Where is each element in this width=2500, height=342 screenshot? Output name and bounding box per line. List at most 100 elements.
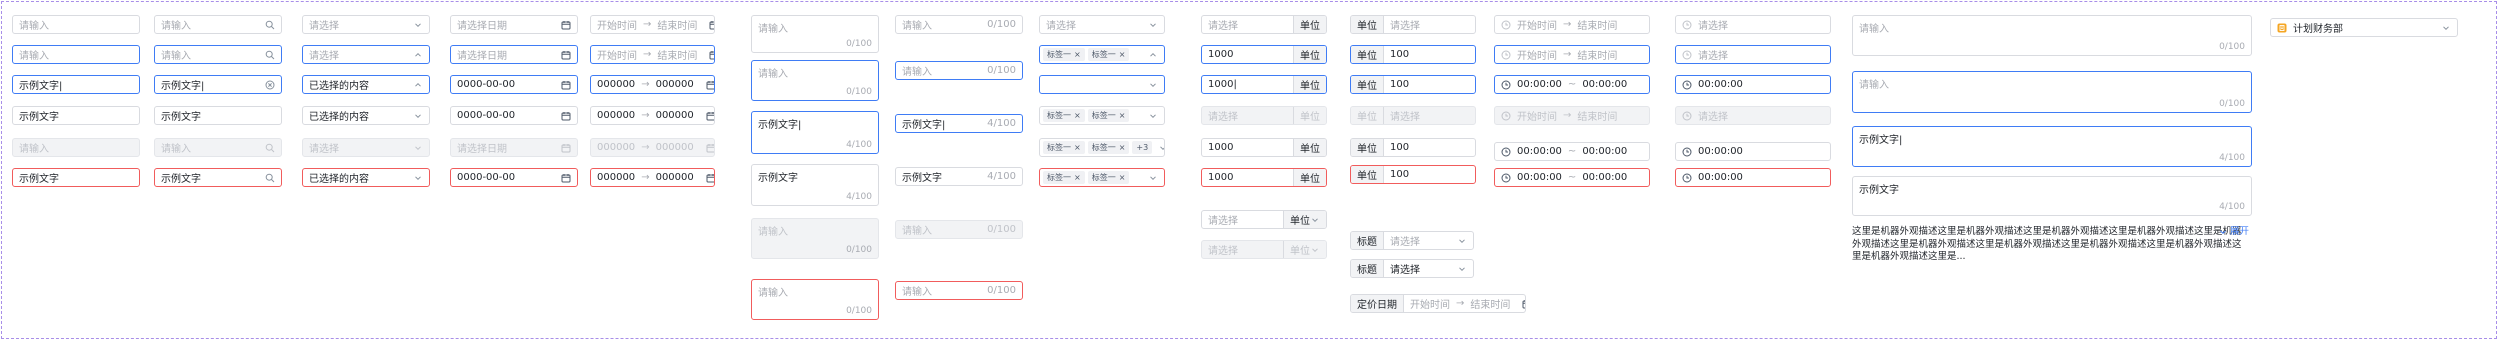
counter-input-error[interactable]: 请输入 0/100: [895, 281, 1023, 300]
time-picker-filled[interactable]: 00:00:00: [1675, 142, 1831, 161]
date-picker-active[interactable]: 0000-00-00: [450, 75, 578, 94]
time-range-error[interactable]: 00:00:00 ~00:00:00: [1494, 168, 1650, 187]
chevron-down-icon: [1310, 245, 1320, 255]
placeholder: 请输入: [758, 227, 788, 238]
prefix-unit-input-disabled: 单位 请选择: [1350, 106, 1476, 125]
counter-input-typing[interactable]: 示例文字| 4/100: [895, 114, 1023, 133]
value: 示例文字|: [758, 120, 802, 131]
date-range-filled[interactable]: 000000 → 000000: [590, 106, 715, 125]
start-value: 000000: [597, 142, 636, 153]
expand-link[interactable]: 展开: [2218, 226, 2249, 239]
time-picker-error[interactable]: 00:00:00: [1675, 168, 1831, 187]
select-open-selected[interactable]: 已选择的内容: [302, 75, 430, 94]
labeled-select-placeholder[interactable]: 标题 请选择: [1350, 231, 1474, 250]
select-default[interactable]: 请选择: [302, 15, 430, 34]
search-input-typing[interactable]: 示例文字|: [154, 75, 282, 94]
value: 00:00:00: [1698, 172, 1743, 183]
multi-select-overflow[interactable]: 标签一 × 标签一 × +3: [1039, 138, 1165, 157]
date-range-error[interactable]: 000000 → 000000: [590, 168, 715, 187]
char-counter: 0/100: [2219, 42, 2245, 52]
multi-select-tags-focus[interactable]: 标签一 × 标签一 ×: [1039, 45, 1165, 64]
text-input-focus[interactable]: 请输入: [12, 45, 140, 64]
tag-close-icon[interactable]: ×: [1119, 171, 1126, 184]
unit-input-default[interactable]: 请选择 单位: [1201, 15, 1327, 34]
labeled-select-value[interactable]: 标题 请选择: [1350, 259, 1474, 278]
tag-close-icon[interactable]: ×: [1119, 141, 1126, 154]
counter-input-filled[interactable]: 示例文字 4/100: [895, 167, 1023, 186]
search-input-focus[interactable]: 请输入: [154, 45, 282, 64]
textarea-error[interactable]: 请输入 0/100: [751, 279, 879, 320]
tag-close-icon[interactable]: ×: [1074, 109, 1081, 122]
search-icon: [265, 50, 275, 60]
value: 示例文字: [19, 174, 59, 185]
tag-close-icon[interactable]: ×: [1074, 141, 1081, 154]
unit-input-filled[interactable]: 1000 单位: [1201, 138, 1327, 157]
prefix-unit-input-typing[interactable]: 单位 100: [1350, 75, 1476, 94]
search-input-error[interactable]: 示例文字: [154, 168, 282, 187]
textarea-default[interactable]: 请输入 0/100: [751, 15, 879, 53]
tag-close-icon[interactable]: ×: [1119, 109, 1126, 122]
value: 已选择的内容: [309, 81, 369, 92]
text-input-typing[interactable]: 示例文字|: [12, 75, 140, 94]
value: 示例文字: [902, 173, 942, 184]
date-range-focus[interactable]: 开始时间 → 结束时间: [590, 45, 715, 64]
value: 请选择: [1390, 265, 1420, 276]
search-input-filled[interactable]: 示例文字: [154, 106, 282, 125]
time-range-default[interactable]: 开始时间 → 结束时间: [1494, 15, 1650, 34]
unit-select-input[interactable]: 请选择 单位: [1201, 210, 1327, 229]
selected-tag: 标签一 ×: [1043, 141, 1085, 154]
start-value: 000000: [597, 172, 636, 183]
unit-input-focus[interactable]: 1000 单位: [1201, 45, 1327, 64]
price-date-range[interactable]: 定价日期 开始时间 → 结束时间: [1350, 294, 1526, 313]
time-picker-active[interactable]: 00:00:00: [1675, 75, 1831, 94]
wide-textarea-focus[interactable]: 请输入 0/100: [1852, 71, 2252, 113]
char-counter: 0/100: [2219, 99, 2245, 109]
select-error[interactable]: 已选择的内容: [302, 168, 430, 187]
tag-close-icon[interactable]: ×: [1074, 48, 1081, 61]
date-picker-error[interactable]: 0000-00-00: [450, 168, 578, 187]
time-picker-focus[interactable]: 请选择: [1675, 45, 1831, 64]
unit-select-addon[interactable]: 单位: [1283, 211, 1326, 228]
char-counter: 0/100: [987, 65, 1016, 76]
textarea-typing[interactable]: 示例文字| 4/100: [751, 111, 879, 154]
unit-input-typing[interactable]: 1000| 单位: [1201, 75, 1327, 94]
text-input-error[interactable]: 示例文字: [12, 168, 140, 187]
prefix-unit-input-default[interactable]: 单位 请选择: [1350, 15, 1476, 34]
time-range-filled[interactable]: 00:00:00 ~00:00:00: [1494, 142, 1650, 161]
wide-textarea-filled[interactable]: 示例文字 4/100: [1852, 176, 2252, 216]
value: 1000: [1208, 142, 1234, 153]
multi-select-error[interactable]: 标签一 × 标签一 ×: [1039, 168, 1165, 187]
counter-input-focus[interactable]: 请输入 0/100: [895, 61, 1023, 80]
date-picker-focus[interactable]: 请选择日期: [450, 45, 578, 64]
prefix-unit-input-focus[interactable]: 单位 100: [1350, 45, 1476, 64]
textarea-focus[interactable]: 请输入 0/100: [751, 60, 879, 101]
value: 示例文字|: [19, 81, 63, 92]
select-selected[interactable]: 已选择的内容: [302, 106, 430, 125]
date-range-default[interactable]: 开始时间 → 结束时间: [590, 15, 715, 34]
text-input-default[interactable]: 请输入: [12, 15, 140, 34]
search-input-default[interactable]: 请输入: [154, 15, 282, 34]
wide-textarea-typing[interactable]: 示例文字| 4/100: [1852, 126, 2252, 167]
prefix-unit-input-error[interactable]: 单位 100: [1350, 165, 1476, 184]
multi-select-open[interactable]: [1039, 75, 1165, 94]
text-input-filled[interactable]: 示例文字: [12, 106, 140, 125]
wide-textarea-default[interactable]: 请输入 0/100: [1852, 15, 2252, 56]
date-picker-filled[interactable]: 0000-00-00: [450, 106, 578, 125]
tag-close-icon[interactable]: ×: [1119, 48, 1126, 61]
date-range-active[interactable]: 000000 → 000000: [590, 75, 715, 94]
multi-select-default[interactable]: 请选择: [1039, 15, 1165, 34]
date-picker-default[interactable]: 请选择日期: [450, 15, 578, 34]
clear-icon[interactable]: [265, 80, 275, 90]
multi-select-tags[interactable]: 标签一 × 标签一 ×: [1039, 106, 1165, 125]
time-picker-default[interactable]: 请选择: [1675, 15, 1831, 34]
prefix-unit-input-filled[interactable]: 单位 100: [1350, 138, 1476, 157]
department-select[interactable]: 计划财务部: [2270, 18, 2458, 37]
counter-input-default[interactable]: 请输入 0/100: [895, 15, 1023, 34]
time-range-focus[interactable]: 开始时间 → 结束时间: [1494, 45, 1650, 64]
tag-close-icon[interactable]: ×: [1074, 171, 1081, 184]
unit-input-error[interactable]: 1000 单位: [1201, 168, 1327, 187]
select-focus[interactable]: 请选择: [302, 45, 430, 64]
placeholder: 请输入: [1859, 24, 1889, 35]
time-range-active[interactable]: 00:00:00 ~00:00:00: [1494, 75, 1650, 94]
textarea-filled[interactable]: 示例文字 4/100: [751, 164, 879, 206]
